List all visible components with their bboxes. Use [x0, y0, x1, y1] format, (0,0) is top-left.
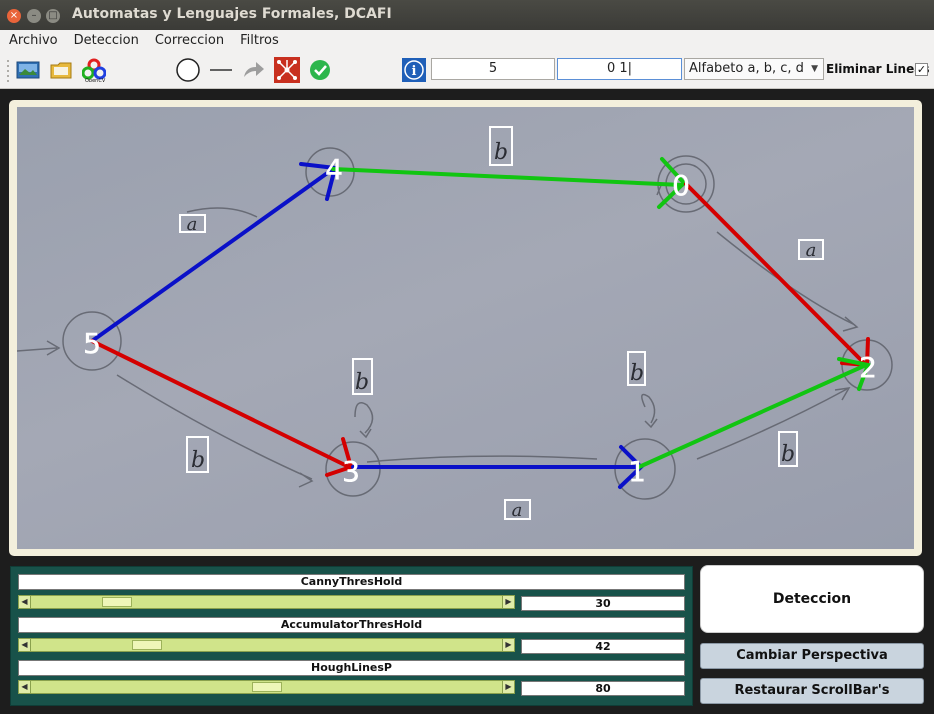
transition-label: b [630, 361, 644, 386]
arrow-tool-icon[interactable] [241, 57, 267, 83]
houghlines-slider[interactable]: ◀ ▶ [18, 680, 515, 694]
houghlines-label: HoughLinesP [18, 660, 685, 676]
canny-slider[interactable]: ◀ ▶ [18, 595, 515, 609]
state-label: 5 [83, 327, 101, 360]
houghlines-value: 80 [521, 681, 685, 696]
window-title: Automatas y Lenguajes Formales, DCAFI [72, 6, 392, 22]
canny-value: 30 [521, 596, 685, 611]
line-tool-icon[interactable] [208, 57, 234, 83]
state-label: 1 [628, 455, 646, 488]
check-icon[interactable] [307, 57, 333, 83]
chevron-down-icon: ▼ [811, 64, 818, 74]
title-bar: × – □ Automatas y Lenguajes Formales, DC… [0, 0, 934, 30]
svg-text:i: i [412, 64, 417, 79]
slider-thumb[interactable] [132, 640, 163, 650]
transition-label: b [494, 140, 508, 165]
alphabet-select-value: Alfabeto a, b, c, d [689, 61, 804, 76]
alphabet-select[interactable]: Alfabeto a, b, c, d ▼ [684, 58, 824, 80]
slider-right-arrow-icon[interactable]: ▶ [502, 639, 514, 651]
accumulator-slider[interactable]: ◀ ▶ [18, 638, 515, 652]
menu-deteccion[interactable]: Deteccion [66, 33, 147, 48]
accumulator-value: 42 [521, 639, 685, 654]
image-frame: 4 0 5 2 3 1 b a a b b b a b [9, 100, 922, 556]
menu-bar: Archivo Deteccion Correccion Filtros [0, 30, 934, 51]
state-label: 4 [325, 153, 343, 186]
accumulator-label: AccumulatorThresHold [18, 617, 685, 633]
eliminar-lineas-label: Eliminar Lineas [826, 62, 930, 76]
info-icon[interactable]: i [401, 57, 427, 83]
slider-thumb[interactable] [101, 597, 132, 607]
state-label: 3 [342, 455, 360, 488]
slider-right-arrow-icon[interactable]: ▶ [502, 596, 514, 608]
slider-left-arrow-icon[interactable]: ◀ [19, 639, 31, 651]
transition-label: a [512, 500, 523, 521]
slider-right-arrow-icon[interactable]: ▶ [502, 681, 514, 693]
svg-text:OpenCV: OpenCV [85, 78, 106, 82]
menu-filtros[interactable]: Filtros [232, 33, 287, 48]
eliminar-lineas-checkbox[interactable]: ✓ [915, 63, 928, 76]
transition-label: a [806, 240, 817, 261]
toolbar: OpenCV i 5 0 1| Alfabeto a, b, c, d ▼ El… [0, 51, 934, 89]
opencv-icon[interactable]: OpenCV [81, 57, 107, 83]
cambiar-perspectiva-button[interactable]: Cambiar Perspectiva [700, 643, 924, 669]
slider-left-arrow-icon[interactable]: ◀ [19, 681, 31, 693]
menu-correccion[interactable]: Correccion [147, 33, 232, 48]
slider-thumb[interactable] [251, 682, 282, 692]
deteccion-button[interactable]: Deteccion [700, 565, 924, 633]
transition-label: b [781, 442, 795, 467]
menu-archivo[interactable]: Archivo [0, 33, 66, 48]
state-label: 0 [672, 169, 690, 202]
automaton-image[interactable]: 4 0 5 2 3 1 b a a b b b a b [17, 107, 914, 549]
main-window: × – □ Automatas y Lenguajes Formales, DC… [0, 0, 934, 714]
initial-state-field[interactable]: 5 [431, 58, 555, 80]
transition-label: b [355, 370, 369, 395]
canny-label: CannyThresHold [18, 574, 685, 590]
parameters-panel: CannyThresHold ◀ ▶ 30 AccumulatorThresHo… [10, 566, 693, 706]
detection-overlay: 4 0 5 2 3 1 b a a b b b a b [17, 126, 893, 521]
restaurar-scrollbars-button[interactable]: Restaurar ScrollBar's [700, 678, 924, 704]
final-states-field[interactable]: 0 1| [557, 58, 682, 80]
transition-label: b [191, 448, 205, 473]
folder-icon[interactable] [48, 57, 74, 83]
state-label: 2 [859, 351, 877, 384]
image-icon[interactable] [15, 57, 41, 83]
circle-tool-icon[interactable] [175, 57, 201, 83]
minimize-icon[interactable]: – [27, 9, 41, 23]
graph-icon[interactable] [274, 57, 300, 83]
maximize-icon[interactable]: □ [46, 9, 60, 23]
close-icon[interactable]: × [7, 9, 21, 23]
slider-left-arrow-icon[interactable]: ◀ [19, 596, 31, 608]
toolbar-grip-icon [3, 57, 13, 83]
transition-label: a [187, 214, 198, 235]
